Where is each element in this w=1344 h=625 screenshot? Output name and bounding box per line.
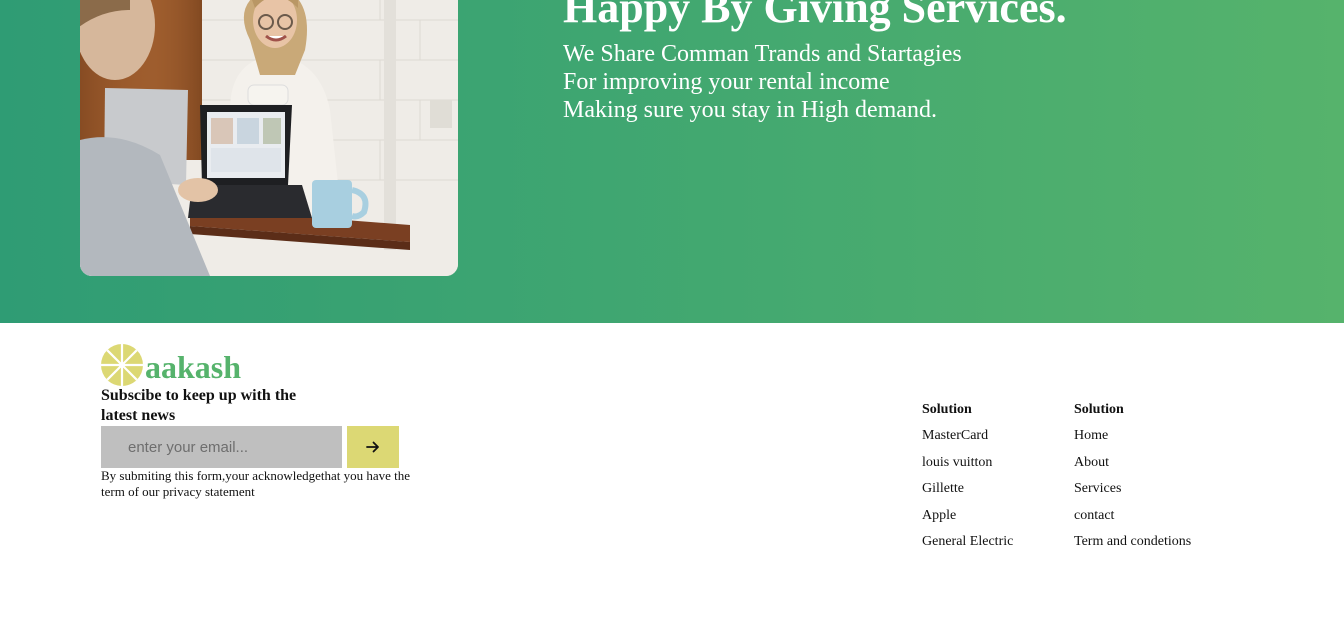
hero-line: Making sure you stay in High demand. bbox=[563, 97, 937, 123]
subscribe-heading: Subscibe to keep up with the latest news bbox=[101, 387, 297, 424]
footer-column-partners: Solution MasterCard louis vuitton Gillet… bbox=[922, 401, 1013, 560]
hero-description: We Share Comman Trands and Startagies Fo… bbox=[563, 40, 962, 124]
brand-name: aakash bbox=[145, 349, 242, 385]
hero-line: We Share Comman Trands and Startagies bbox=[563, 41, 962, 67]
arrow-right-icon bbox=[366, 441, 379, 453]
footer-column-heading: Solution bbox=[922, 402, 972, 417]
footer-link-home[interactable]: Home bbox=[1074, 427, 1191, 454]
footer-link[interactable]: MasterCard bbox=[922, 427, 1013, 454]
hero-section: Happy By Giving Services. We Share Comma… bbox=[0, 0, 1344, 323]
footer-link[interactable]: Apple bbox=[922, 507, 1013, 534]
footer-link-terms[interactable]: Term and condetions bbox=[1074, 533, 1191, 560]
people-working-illustration bbox=[80, 0, 458, 276]
footer-link[interactable]: Gillette bbox=[922, 480, 1013, 507]
footer-link[interactable]: louis vuitton bbox=[922, 454, 1013, 481]
footer-link-contact[interactable]: contact bbox=[1074, 507, 1191, 534]
privacy-disclaimer: By submiting this form,your acknowledget… bbox=[101, 468, 411, 499]
subscribe-submit-button[interactable] bbox=[347, 426, 399, 468]
footer-column-navigation: Solution Home About Services contact Ter… bbox=[1074, 401, 1191, 560]
lemon-slice-icon bbox=[101, 344, 143, 386]
hero-photo bbox=[80, 0, 458, 276]
hero-line: For improving your rental income bbox=[563, 69, 890, 95]
footer-column-heading: Solution bbox=[1074, 402, 1124, 417]
footer-link[interactable]: General Electric bbox=[922, 533, 1013, 560]
footer-link-services[interactable]: Services bbox=[1074, 480, 1191, 507]
brand-logo[interactable]: aakash bbox=[100, 343, 241, 387]
email-input[interactable] bbox=[101, 426, 342, 468]
hero-title: Happy By Giving Services. bbox=[563, 0, 1067, 32]
footer-link-about[interactable]: About bbox=[1074, 454, 1191, 481]
